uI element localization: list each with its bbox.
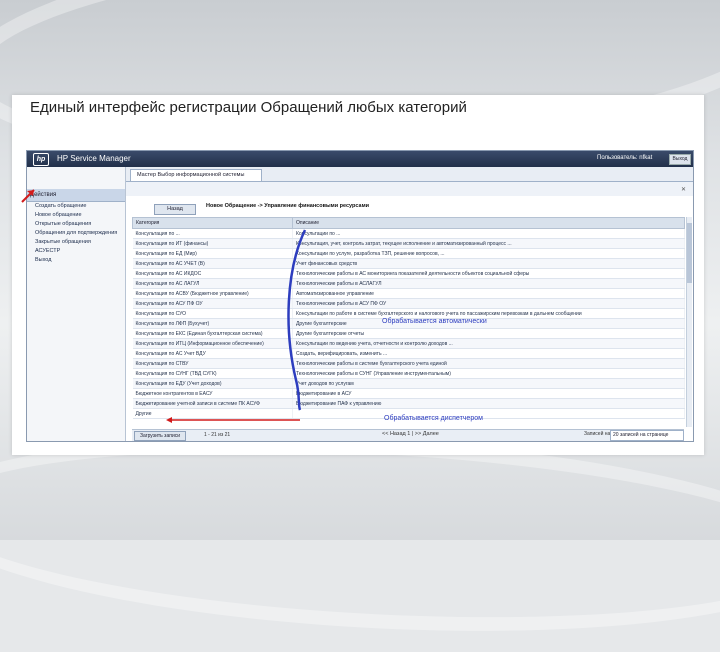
dispatcher-annotation: Обрабатывается диспетчером <box>384 415 483 422</box>
annotation-layer <box>21 189 307 423</box>
dispatcher-arrow-head <box>166 417 172 423</box>
auto-bracket-arrow <box>287 229 307 411</box>
auto-annotation: Обрабатывается автоматически <box>382 318 487 325</box>
